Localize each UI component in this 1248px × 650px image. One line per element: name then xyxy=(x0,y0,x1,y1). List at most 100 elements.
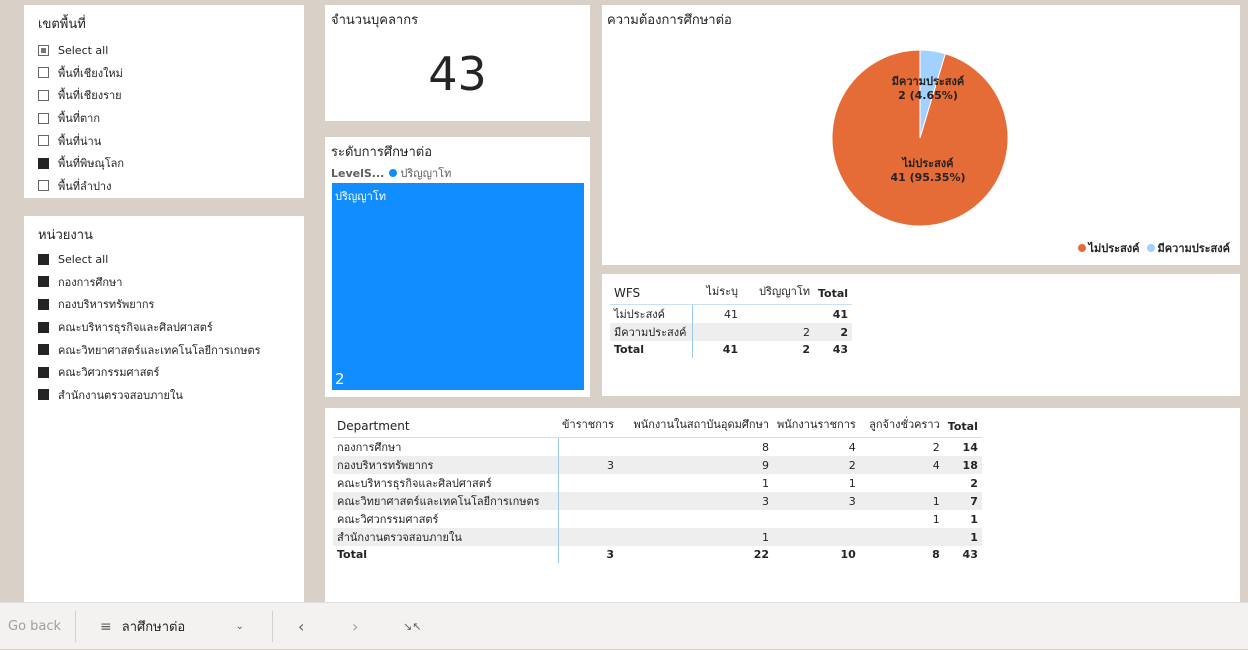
area-slicer-item-label: พื้นที่เชียงใหม่ xyxy=(58,66,123,80)
area-slicer-item[interactable]: พื้นที่เชียงใหม่ xyxy=(38,62,304,85)
cell-value: 3 xyxy=(607,458,614,472)
cell-value: 4 xyxy=(848,440,856,454)
level-chart: ระดับการศึกษาต่อ LevelS... ปริญญาโท ปริญ… xyxy=(325,137,590,397)
area-slicer-item[interactable]: Select all xyxy=(38,39,304,62)
cell-value: 8 xyxy=(932,547,940,561)
chevron-down-icon: ⌄ xyxy=(235,621,244,632)
unit-slicer-item[interactable]: คณะวิทยาศาสตร์และเทคโนโลยีการเกษตร xyxy=(38,338,304,361)
checkbox-icon[interactable] xyxy=(38,44,49,56)
cell-value xyxy=(773,528,860,546)
cell-value: 3 xyxy=(606,547,614,561)
row-label: กองการศึกษา xyxy=(333,437,559,456)
table-row: คณะบริหารธุรกิจและศิลปศาสตร์ 1 1 2 xyxy=(333,474,982,492)
cell-value: 18 xyxy=(962,458,978,472)
cell-value: 43 xyxy=(832,342,849,356)
cell-value xyxy=(860,474,944,492)
level-legend: LevelS... ปริญญาโท xyxy=(331,164,451,182)
unit-slicer-item[interactable]: คณะวิศวกรรมศาสตร์ xyxy=(38,361,304,384)
column-header[interactable]: พนักงานในสถาบันอุดมศึกษา xyxy=(618,415,773,438)
unit-slicer-item[interactable]: สำนักงานตรวจสอบภายใน xyxy=(38,384,304,407)
department-matrix: Department ข้าราชการ พนักงานในสถาบันอุดมศึ… xyxy=(325,408,1240,603)
pie-data-label: มีความประสงค์ xyxy=(892,75,964,88)
legend-dot-icon xyxy=(1146,244,1155,252)
next-page-button[interactable]: › xyxy=(352,603,358,650)
page-list-icon: ≡ xyxy=(100,618,112,635)
area-slicer-item[interactable]: พื้นที่น่าน xyxy=(38,129,304,152)
unit-slicer-item[interactable]: Select all xyxy=(38,248,304,271)
row-label: กองบริหารทรัพยากร xyxy=(333,456,559,474)
area-slicer-item-label: Select all xyxy=(58,43,109,57)
total-row: Total 41 2 43 xyxy=(610,341,852,358)
unit-slicer-item[interactable]: คณะบริหารธุรกิจและศิลปศาสตร์ xyxy=(38,316,304,339)
checkbox-icon[interactable] xyxy=(38,89,49,101)
treemap-tile[interactable]: ปริญญาโท 2 xyxy=(332,183,584,390)
checkbox-icon[interactable] xyxy=(38,276,49,288)
cell-value xyxy=(773,510,860,528)
column-header[interactable]: Total xyxy=(814,282,853,305)
page-selector[interactable]: ≡ ลาศึกษาต่อ ⌄ xyxy=(100,603,250,650)
cell-value: 1 xyxy=(970,530,978,544)
checkbox-icon[interactable] xyxy=(38,253,49,265)
column-header[interactable]: WFS xyxy=(610,282,692,305)
cell-value xyxy=(558,510,618,528)
table-row: กองบริหารทรัพยากร 3 9 2 4 18 xyxy=(333,456,982,474)
cell-value xyxy=(860,528,944,546)
row-label: มีความประสงค์ xyxy=(610,323,693,341)
legend-dot-icon xyxy=(1077,244,1086,252)
wfs-matrix: WFS ไม่ระบุ ปริญญาโท Total ไม่ประสงค์ 41 41 มีค… xyxy=(602,274,1240,396)
column-header[interactable]: ไม่ระบุ xyxy=(692,282,742,305)
table-row: คณะวิศวกรรมศาสตร์ 1 1 xyxy=(333,510,982,528)
cell-value: 43 xyxy=(962,547,978,561)
cell-value: 3 xyxy=(762,494,769,508)
treemap-tile-label: ปริญญาโท xyxy=(335,190,386,203)
unit-slicer-item[interactable]: กองการศึกษา xyxy=(38,271,304,294)
unit-slicer-item-label: คณะบริหารธุรกิจและศิลปศาสตร์ xyxy=(58,321,213,335)
checkbox-icon[interactable] xyxy=(38,298,49,310)
unit-slicer-item[interactable]: กองบริหารทรัพยากร xyxy=(38,293,304,316)
checkbox-icon[interactable] xyxy=(38,157,49,169)
checkbox-icon[interactable] xyxy=(38,389,49,401)
row-label: คณะวิทยาศาสตร์และเทคโนโลยีการเกษตร xyxy=(333,492,559,510)
cell-value: 4 xyxy=(932,458,940,472)
area-slicer-item[interactable]: พื้นที่ลำปาง xyxy=(38,175,304,198)
department-table: Department ข้าราชการ พนักงานในสถาบันอุดมศึ… xyxy=(333,415,982,563)
checkbox-icon[interactable] xyxy=(38,67,49,79)
checkbox-icon[interactable] xyxy=(38,112,49,124)
pie-legend: ไม่ประสงค์ มีความประสงค์ xyxy=(1077,239,1230,257)
area-slicer-item-label: พื้นที่ตาก xyxy=(58,112,101,126)
fit-to-page-icon[interactable]: ↘↖ xyxy=(403,603,421,650)
pie-data-label: 41 (95.35%) xyxy=(890,171,965,184)
cell-value: 1 xyxy=(848,476,856,490)
cell-value: 2 xyxy=(802,342,810,356)
column-header[interactable]: Total xyxy=(943,415,982,438)
total-row: Total 3 22 10 8 43 xyxy=(333,546,982,563)
area-slicer-item[interactable]: พื้นที่ตาก xyxy=(38,107,304,130)
checkbox-icon[interactable] xyxy=(38,180,49,192)
area-slicer-item-label: พื้นที่น่าน xyxy=(58,134,102,148)
cell-value: 7 xyxy=(970,494,978,508)
cell-value: 1 xyxy=(762,476,769,490)
divider xyxy=(272,611,273,642)
go-back-button[interactable]: Go back xyxy=(8,603,61,650)
column-header[interactable]: พนักงานราชการ xyxy=(773,415,860,438)
personnel-card: จำนวนบุคลากร 43 xyxy=(325,5,590,121)
column-header[interactable]: Department xyxy=(333,415,558,438)
unit-slicer-item-label: คณะวิศวกรรมศาสตร์ xyxy=(58,366,160,380)
unit-slicer-item-label: กองการศึกษา xyxy=(58,275,123,289)
checkbox-icon[interactable] xyxy=(38,135,49,147)
unit-slicer-item-label: สำนักงานตรวจสอบภายใน xyxy=(58,388,183,402)
checkbox-icon[interactable] xyxy=(38,344,49,356)
cell-value: 22 xyxy=(753,547,769,561)
column-header[interactable]: ลูกจ้างชั่วคราว xyxy=(859,415,944,438)
checkbox-icon[interactable] xyxy=(38,366,49,378)
checkbox-icon[interactable] xyxy=(38,321,49,333)
column-header[interactable]: ข้าราชการ xyxy=(558,415,618,438)
area-slicer-item[interactable]: พื้นที่พิษณุโลก xyxy=(38,152,304,175)
column-header[interactable]: ปริญญาโท xyxy=(742,282,814,305)
previous-page-button[interactable]: ‹ xyxy=(298,603,304,650)
table-row: กองการศึกษา 8 4 2 14 xyxy=(333,437,982,457)
cell-value xyxy=(558,438,618,457)
area-slicer: เขตพื้นที่ Select all พื้นที่เชียงใหม่ พื้… xyxy=(24,5,304,198)
area-slicer-item[interactable]: พื้นที่เชียงราย xyxy=(38,84,304,107)
cell-value: 41 xyxy=(724,307,738,321)
